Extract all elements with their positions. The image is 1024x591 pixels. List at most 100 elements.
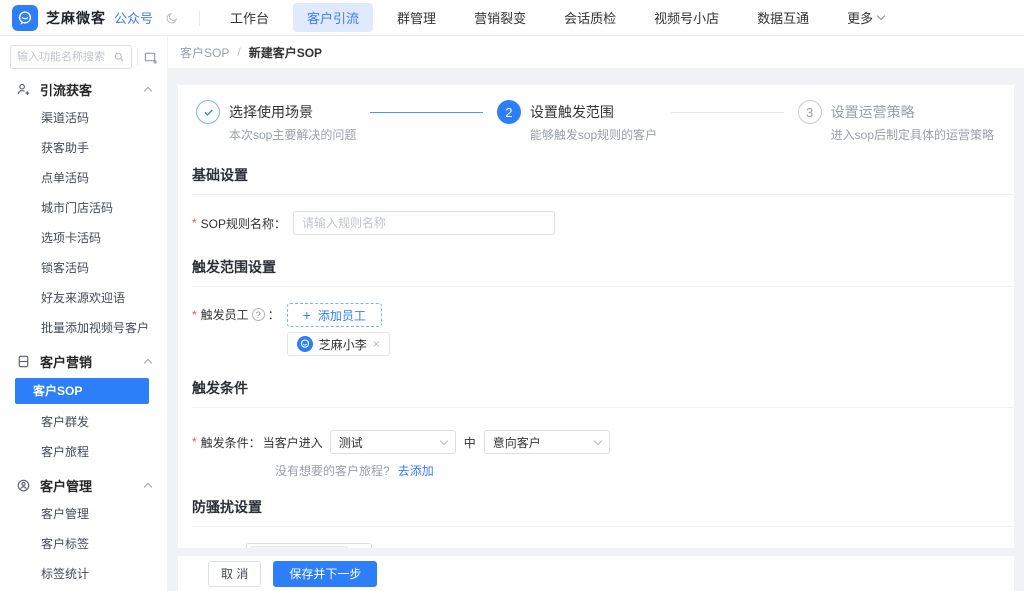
user-plus-icon bbox=[16, 82, 31, 97]
chevron-down-icon bbox=[593, 436, 601, 444]
exclude-tag-name: 特殊标签12... bbox=[258, 548, 329, 549]
sidebar-item-city-store-code[interactable]: 城市门店活码 bbox=[0, 193, 167, 223]
sidebar-item-customer-mass-send[interactable]: 客户群发 bbox=[0, 407, 167, 437]
menu-section-marketing[interactable]: 客户营销 bbox=[0, 347, 167, 375]
trigger-condition-row: * 触发条件： 当客户进入 测试 中 意向客户 bbox=[192, 430, 1014, 454]
section-title-scope: 触发范围设置 bbox=[192, 257, 1014, 277]
sidebar-item-customer-sop[interactable]: 客户SOP bbox=[15, 378, 149, 404]
plus-icon: + bbox=[303, 308, 311, 322]
condition-middle-word: 中 bbox=[464, 434, 476, 451]
panel-add-icon[interactable] bbox=[143, 50, 158, 65]
stage-select[interactable]: 意向客户 bbox=[484, 430, 610, 454]
step-1-title: 选择使用场景 bbox=[229, 100, 356, 124]
step-connector-done bbox=[370, 112, 482, 113]
section-title-basic: 基础设置 bbox=[192, 165, 1014, 185]
anti-suffix: 标签时，不触发该SOP bbox=[381, 548, 502, 549]
cancel-button[interactable]: 取 消 bbox=[208, 561, 261, 587]
sidebar-item-batch-add-video-customer[interactable]: 批量添加视频号客户 bbox=[0, 313, 167, 343]
nav-item-video-shop[interactable]: 视频号小店 bbox=[640, 3, 733, 32]
sidebar-item-option-card-code[interactable]: 选项卡活码 bbox=[0, 223, 167, 253]
app-logo-icon bbox=[12, 5, 38, 31]
required-mark: * bbox=[192, 303, 197, 327]
brand-name: 芝麻微客 bbox=[46, 8, 106, 28]
marketing-icon bbox=[16, 354, 31, 369]
exclude-tag-input[interactable]: 特殊标签12... × bbox=[246, 543, 372, 548]
sidebar-item-tag-statistics[interactable]: 标签统计 bbox=[0, 559, 167, 589]
trigger-staff-label: 触发员工 bbox=[201, 303, 249, 327]
section-divider bbox=[192, 194, 1014, 195]
menu-section-customer-management[interactable]: 客户管理 bbox=[0, 471, 167, 499]
main-card: 选择使用场景 本次sop主要解决的问题 2 设置触发范围 能够触发sop规则的客… bbox=[178, 85, 1014, 548]
nav-item-marketing-fission[interactable]: 营销裂变 bbox=[460, 3, 540, 32]
trigger-staff-colon: ： bbox=[268, 303, 280, 327]
section-divider bbox=[192, 407, 1014, 408]
step-1: 选择使用场景 本次sop主要解决的问题 bbox=[196, 100, 356, 143]
step-connector-pending bbox=[671, 112, 783, 113]
sidebar-item-acquisition-assistant[interactable]: 获客助手 bbox=[0, 133, 167, 163]
breadcrumb: 客户SOP / 新建客户SOP bbox=[168, 36, 1024, 68]
chevron-up-icon bbox=[144, 482, 152, 490]
sidebar-item-order-code[interactable]: 点单活码 bbox=[0, 163, 167, 193]
user-manage-icon bbox=[16, 478, 31, 493]
sidebar-item-customer-tags[interactable]: 客户标签 bbox=[0, 529, 167, 559]
add-staff-button[interactable]: + 添加员工 bbox=[287, 303, 382, 327]
condition-prefix: 当客户进入 bbox=[263, 434, 323, 451]
rule-name-row: * SOP规则名称： bbox=[192, 211, 1014, 235]
search-icon bbox=[113, 51, 125, 63]
top-navbar: 芝麻微客 公众号 工作台 客户引流 群管理 营销裂变 会话质检 视频号小店 数据… bbox=[0, 0, 1024, 36]
sidebar-item-customer-management[interactable]: 客户管理 bbox=[0, 499, 167, 529]
nav-item-workbench[interactable]: 工作台 bbox=[216, 3, 283, 32]
step-1-circle bbox=[196, 100, 220, 124]
step-3-circle: 3 bbox=[798, 100, 822, 124]
nav-item-more[interactable]: 更多 bbox=[833, 3, 898, 32]
menu-section-acquisition[interactable]: 引流获客 bbox=[0, 75, 167, 103]
trigger-condition-label: 触发条件： bbox=[201, 434, 261, 451]
trigger-staff-row: * 触发员工 ? ： + 添加员工 芝麻小李 bbox=[192, 303, 1014, 356]
sidebar-item-customer-journey[interactable]: 客户旅程 bbox=[0, 437, 167, 467]
stage-select-value: 意向客户 bbox=[493, 434, 541, 451]
staff-tag: 芝麻小李 × bbox=[287, 332, 390, 356]
section-divider bbox=[192, 286, 1014, 287]
search-input[interactable] bbox=[17, 51, 113, 63]
help-icon[interactable]: ? bbox=[252, 308, 265, 321]
close-icon[interactable]: × bbox=[373, 338, 380, 350]
breadcrumb-current: 新建客户SOP bbox=[249, 44, 322, 61]
add-journey-link[interactable]: 去添加 bbox=[398, 462, 434, 479]
channel-badge[interactable]: 公众号 bbox=[114, 8, 153, 27]
save-next-button[interactable]: 保存并下一步 bbox=[273, 561, 377, 587]
step-2-circle: 2 bbox=[497, 100, 521, 124]
chevron-down-icon bbox=[877, 12, 885, 20]
search-box[interactable] bbox=[10, 45, 132, 69]
staff-avatar-icon bbox=[297, 336, 313, 352]
breadcrumb-parent[interactable]: 客户SOP bbox=[180, 44, 229, 61]
check-icon bbox=[202, 106, 215, 119]
section-title-anti: 防骚扰设置 bbox=[192, 497, 1014, 517]
search-divider bbox=[137, 49, 138, 65]
nav-item-data-exchange[interactable]: 数据互通 bbox=[743, 3, 823, 32]
brand: 芝麻微客 公众号 bbox=[0, 5, 189, 31]
nav-item-group-management[interactable]: 群管理 bbox=[383, 3, 450, 32]
breadcrumb-separator: / bbox=[237, 45, 240, 59]
sidebar-item-lock-customer-code[interactable]: 锁客活码 bbox=[0, 253, 167, 283]
theme-moon-icon[interactable] bbox=[165, 11, 179, 25]
chevron-down-icon bbox=[439, 436, 447, 444]
exclude-tag: 特殊标签12... × bbox=[251, 546, 348, 548]
sidebar-item-channel-code[interactable]: 渠道活码 bbox=[0, 103, 167, 133]
section-divider bbox=[192, 526, 1014, 527]
journey-hint-row: 没有想要的客户旅程? 去添加 bbox=[275, 462, 1014, 479]
nav-item-customer-acquisition[interactable]: 客户引流 bbox=[293, 3, 373, 32]
journey-select[interactable]: 测试 bbox=[330, 430, 456, 454]
section-title-condition: 触发条件 bbox=[192, 378, 1014, 398]
anti-harass-row: 当客户有 特殊标签12... × 标签时，不触发该SOP bbox=[189, 543, 1014, 548]
staff-tag-name: 芝麻小李 bbox=[319, 336, 367, 353]
required-mark: * bbox=[192, 435, 197, 449]
step-3-desc: 进入sop后制定具体的运营策略 bbox=[831, 126, 994, 143]
journey-hint-text: 没有想要的客户旅程? bbox=[275, 462, 390, 479]
nav-item-chat-inspection[interactable]: 会话质检 bbox=[550, 3, 630, 32]
rule-name-label: SOP规则名称： bbox=[201, 215, 286, 232]
step-3-title: 设置运营策略 bbox=[831, 100, 994, 124]
rule-name-input[interactable] bbox=[293, 211, 555, 235]
step-2-title: 设置触发范围 bbox=[530, 100, 657, 124]
sidebar-item-friend-source-welcome[interactable]: 好友来源欢迎语 bbox=[0, 283, 167, 313]
footer-bar: 取 消 保存并下一步 bbox=[178, 556, 1014, 591]
